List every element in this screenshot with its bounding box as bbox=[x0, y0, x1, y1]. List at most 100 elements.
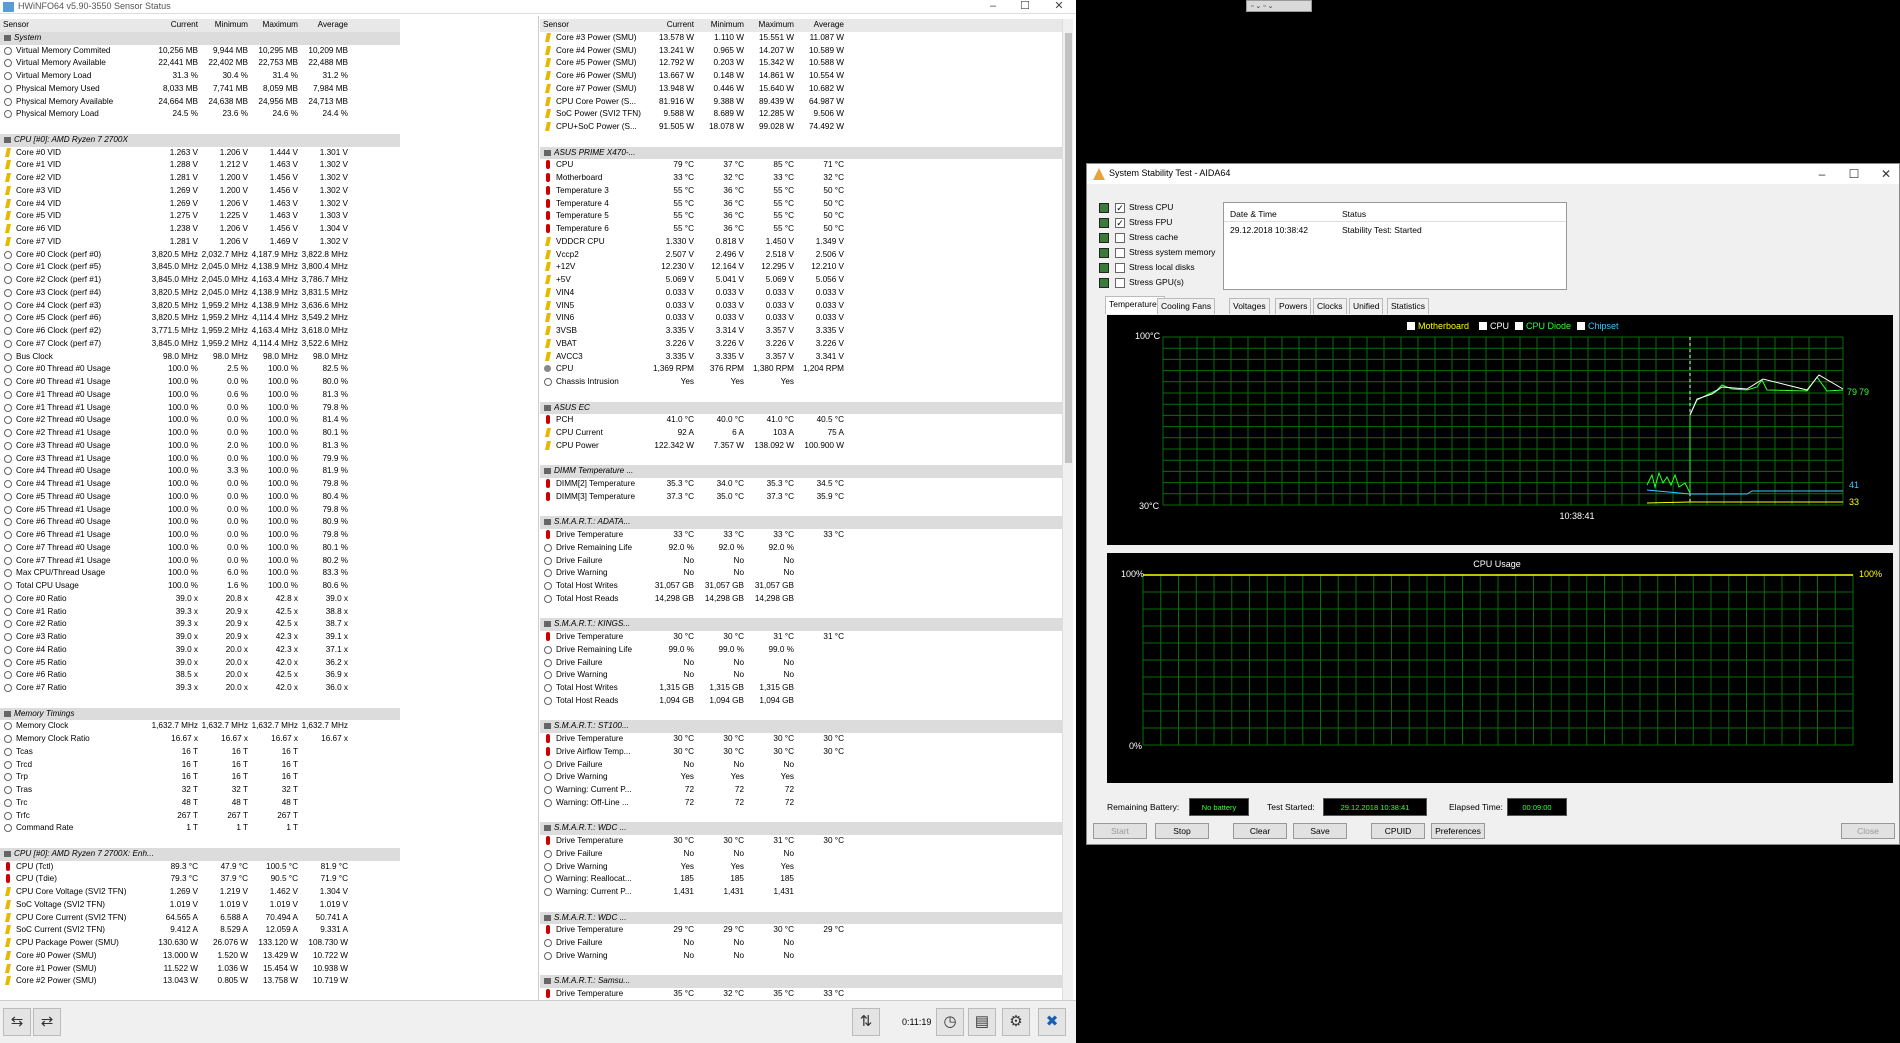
sensor-row[interactable]: Core #1 Ratio 39.3 x 20.9 x 42.5 x 38.8 x bbox=[0, 606, 400, 619]
network-icon[interactable]: ⇅ bbox=[852, 1008, 880, 1036]
minimize-icon[interactable]: – bbox=[980, 0, 1006, 13]
checkbox[interactable] bbox=[1115, 278, 1125, 288]
sensor-row[interactable]: VBAT 3.226 V 3.226 V 3.226 V 3.226 V bbox=[540, 338, 1062, 351]
sensor-group-header[interactable]: S.M.A.R.T.: WDC ... bbox=[540, 911, 1062, 925]
sensor-row[interactable]: Temperature 3 55 °C 36 °C 55 °C 50 °C bbox=[540, 185, 1062, 198]
sensor-row[interactable]: Core #7 Power (SMU) 13.948 W 0.446 W 15.640… bbox=[540, 83, 1062, 96]
cpuid-button[interactable]: CPUID bbox=[1371, 823, 1425, 839]
sensor-row[interactable]: Core #2 Ratio 39.3 x 20.9 x 42.5 x 38.7 x bbox=[0, 618, 400, 631]
sensor-row[interactable]: Trfc 267 T 267 T 267 T bbox=[0, 810, 400, 823]
tab-voltages[interactable]: Voltages bbox=[1229, 298, 1270, 314]
sensor-row[interactable]: Core #6 Thread #0 Usage 100.0 % 0.0 % 100.0… bbox=[0, 516, 400, 529]
sensor-row[interactable]: Core #6 Thread #1 Usage 100.0 % 0.0 % 100.0… bbox=[0, 529, 400, 542]
sensor-row[interactable]: Command Rate 1 T1 T1 T bbox=[0, 822, 400, 835]
sensor-row[interactable]: Core #7 VID 1.281 V 1.206 V 1.469 V 1.302 V bbox=[0, 236, 400, 249]
sensor-row[interactable]: Temperature 4 55 °C 36 °C 55 °C 50 °C bbox=[540, 198, 1062, 211]
checkbox[interactable] bbox=[1115, 233, 1125, 243]
sensor-row[interactable]: Warning: Current P... 1,431 1,431 1,431 bbox=[540, 886, 1062, 899]
aida-titlebar[interactable]: System Stability Test - AIDA64 – ☐ ✕ bbox=[1087, 164, 1899, 184]
sensor-row[interactable]: Drive Failure No No No bbox=[540, 555, 1062, 568]
add-report-icon[interactable]: ▤ bbox=[968, 1008, 996, 1036]
tab-clocks[interactable]: Clocks bbox=[1313, 298, 1347, 314]
sensor-row[interactable]: CPU Core Voltage (SVI2 TFN) 1.269 V 1.219 … bbox=[0, 886, 400, 899]
sensor-row[interactable]: CPU (Tdie) 79.3 °C 37.9 °C 90.5 °C 71.9 °C bbox=[0, 873, 400, 886]
checkbox[interactable] bbox=[1115, 263, 1125, 273]
aida-maximize-icon[interactable]: ☐ bbox=[1839, 167, 1869, 181]
sensor-row[interactable]: Core #6 VID 1.238 V 1.206 V 1.456 V 1.304 V bbox=[0, 223, 400, 236]
sensor-row[interactable]: Core #0 Ratio 39.0 x 20.8 x 42.8 x 39.0 x bbox=[0, 593, 400, 606]
sensor-row[interactable]: Core #4 Thread #1 Usage 100.0 % 0.0 % 100.0… bbox=[0, 478, 400, 491]
sensor-row[interactable]: Core #2 Thread #1 Usage 100.0 % 0.0 % 100.0… bbox=[0, 427, 400, 440]
sensor-row[interactable]: CPU+SoC Power (S... 91.505 W 18.078 W 99.02… bbox=[540, 121, 1062, 134]
sensor-row[interactable]: Motherboard 33 °C 32 °C 33 °C 32 °C bbox=[540, 172, 1062, 185]
sensor-row[interactable]: Vccp2 2.507 V 2.496 V 2.518 V 2.506 V bbox=[540, 249, 1062, 262]
sensor-row[interactable]: CPU 79 °C 37 °C 85 °C 71 °C bbox=[540, 159, 1062, 172]
sensor-row[interactable]: Trcd 16 T 16 T 16 T bbox=[0, 759, 400, 772]
sensor-row[interactable]: Temperature 6 55 °C 36 °C 55 °C 50 °C bbox=[540, 223, 1062, 236]
sensor-row[interactable]: Drive Failure No No No bbox=[540, 657, 1062, 670]
hwinfo-titlebar[interactable]: HWiNFO64 v5.90-3550 Sensor Status – ☐ ✕ bbox=[0, 0, 1076, 14]
sensor-row[interactable]: AVCC3 3.335 V 3.335 V 3.357 V 3.341 V bbox=[540, 351, 1062, 364]
sensor-row[interactable]: Core #6 Power (SMU) 13.667 W 0.148 W 14.861… bbox=[540, 70, 1062, 83]
sensor-group-header[interactable]: S.M.A.R.T.: WDC ... bbox=[540, 822, 1062, 835]
sensor-row[interactable]: Core #5 Power (SMU) 12.792 W 0.203 W 15.342… bbox=[540, 57, 1062, 70]
sensor-row[interactable]: Tras 32 T 32 T 32 T bbox=[0, 784, 400, 797]
sensor-row[interactable]: Core #5 Thread #1 Usage 100.0 % 0.0 % 100.0… bbox=[0, 504, 400, 517]
checkbox[interactable]: ✓ bbox=[1115, 203, 1125, 213]
toolbar-icons[interactable]: ▫ ⌄ ▫ ⌄ bbox=[1251, 2, 1274, 10]
sensor-row[interactable]: Drive Failure No No No bbox=[540, 937, 1062, 950]
clock-icon[interactable]: ◷ bbox=[936, 1008, 964, 1036]
legend-checkbox[interactable] bbox=[1577, 322, 1585, 330]
tab-statistics[interactable]: Statistics bbox=[1387, 298, 1430, 314]
arrows-right-icon[interactable]: ⇄ bbox=[33, 1008, 61, 1036]
sensor-row[interactable]: Drive Failure No No No bbox=[540, 759, 1062, 772]
sensor-row[interactable]: Trp 16 T 16 T 16 T bbox=[0, 771, 400, 784]
sensor-row[interactable]: Physical Memory Load 24.5 % 23.6 % 24.6 % 24… bbox=[0, 108, 400, 121]
sensor-row[interactable]: Warning: Current P... 72 72 72 bbox=[540, 784, 1062, 797]
sensor-row[interactable]: Total Host Reads 1,094 GB 1,094 GB 1,094 GB bbox=[540, 695, 1062, 708]
sensor-row[interactable]: Core #5 VID 1.275 V 1.225 V 1.463 V 1.303 V bbox=[0, 210, 400, 223]
sensor-row[interactable]: Max CPU/Thread Usage 100.0 % 6.0 % 100.0 % 8… bbox=[0, 567, 400, 580]
aida-minimize-icon[interactable]: – bbox=[1807, 167, 1837, 181]
close-sensors-icon[interactable]: ✖ bbox=[1038, 1008, 1066, 1036]
sensor-group-header[interactable]: S.M.A.R.T.: ADATA... bbox=[540, 516, 1062, 529]
sensor-row[interactable]: Core #1 Clock (perf #5) 3,845.0 MHz 2,045.… bbox=[0, 261, 400, 274]
sensor-group-header[interactable]: ASUS EC bbox=[540, 401, 1062, 415]
sensor-row[interactable]: Core #1 Power (SMU) 11.522 W 1.036 W 15.454… bbox=[0, 963, 400, 976]
settings-icon[interactable]: ⚙ bbox=[1002, 1008, 1030, 1036]
scrollbar[interactable] bbox=[1062, 19, 1073, 1003]
column-header[interactable]: Sensor bbox=[3, 19, 153, 32]
sensor-row[interactable]: CPU Power 122.342 W 7.357 W 138.092 W 100.90… bbox=[540, 440, 1062, 453]
sensor-row[interactable]: VIN4 0.033 V 0.033 V 0.033 V 0.033 V bbox=[540, 287, 1062, 300]
sensor-row[interactable]: CPU (Tctl) 89.3 °C 47.9 °C 100.5 °C 81.9 °C bbox=[0, 861, 400, 874]
sensor-row[interactable]: Core #3 Thread #0 Usage 100.0 % 2.0 % 100.0… bbox=[0, 440, 400, 453]
sensor-row[interactable]: Core #4 Ratio 39.0 x 20.0 x 42.3 x 37.1 x bbox=[0, 644, 400, 657]
sensor-row[interactable]: Core #6 Ratio 38.5 x 20.0 x 42.5 x 36.9 x bbox=[0, 669, 400, 682]
sensor-row[interactable]: DIMM[3] Temperature 37.3 °C 35.0 °C 37.3 °C… bbox=[540, 491, 1062, 504]
sensor-row[interactable]: Core #6 Clock (perf #2) 3,771.5 MHz 1,959.… bbox=[0, 325, 400, 338]
sensor-row[interactable]: Core #0 Thread #1 Usage 100.0 % 0.0 % 100.0… bbox=[0, 376, 400, 389]
sensor-row[interactable]: Core #2 VID 1.281 V 1.200 V 1.456 V 1.302 V bbox=[0, 172, 400, 185]
save-button[interactable]: Save bbox=[1293, 823, 1347, 839]
sensor-row[interactable]: Total Host Writes 31,057 GB 31,057 GB 31,05… bbox=[540, 580, 1062, 593]
sensor-row[interactable]: Core #4 Clock (perf #3) 3,820.5 MHz 1,959.… bbox=[0, 300, 400, 313]
sensor-row[interactable]: Core #3 Thread #1 Usage 100.0 % 0.0 % 100.0… bbox=[0, 453, 400, 466]
panel-divider[interactable] bbox=[538, 16, 539, 1000]
sensor-group-header[interactable]: CPU [#0]: AMD Ryzen 7 2700X: Enh... bbox=[0, 847, 400, 861]
sensor-row[interactable]: Core #7 Thread #0 Usage 100.0 % 0.0 % 100.0… bbox=[0, 542, 400, 555]
preferences-button[interactable]: Preferences bbox=[1431, 823, 1485, 839]
tab-unified[interactable]: Unified bbox=[1349, 298, 1384, 314]
sensor-row[interactable]: Trc 48 T 48 T 48 T bbox=[0, 797, 400, 810]
sensor-row[interactable]: VIN5 0.033 V 0.033 V 0.033 V 0.033 V bbox=[540, 300, 1062, 313]
legend-checkbox[interactable] bbox=[1407, 322, 1415, 330]
sensor-row[interactable]: CPU 1,369 RPM 376 RPM 1,380 RPM 1,204 RPM bbox=[540, 363, 1062, 376]
sensor-row[interactable]: Drive Warning Yes Yes Yes bbox=[540, 771, 1062, 784]
sensor-row[interactable]: Drive Temperature 30 °C 30 °C 31 °C 31 °C bbox=[540, 631, 1062, 644]
sensor-row[interactable]: SoC Power (SVI2 TFN) 9.588 W 8.689 W 12.285… bbox=[540, 108, 1062, 121]
column-header[interactable]: Sensor bbox=[543, 19, 633, 32]
tab-cooling-fans[interactable]: Cooling Fans bbox=[1157, 298, 1216, 314]
sensor-row[interactable]: Core #3 Clock (perf #4) 3,820.5 MHz 2,045.… bbox=[0, 287, 400, 300]
start-button[interactable]: Start bbox=[1093, 823, 1147, 839]
sensor-row[interactable]: Drive Airflow Temp... 30 °C 30 °C 30 °C 30 °… bbox=[540, 746, 1062, 759]
sensor-row[interactable]: Drive Remaining Life 99.0 % 99.0 % 99.0 % bbox=[540, 644, 1062, 657]
